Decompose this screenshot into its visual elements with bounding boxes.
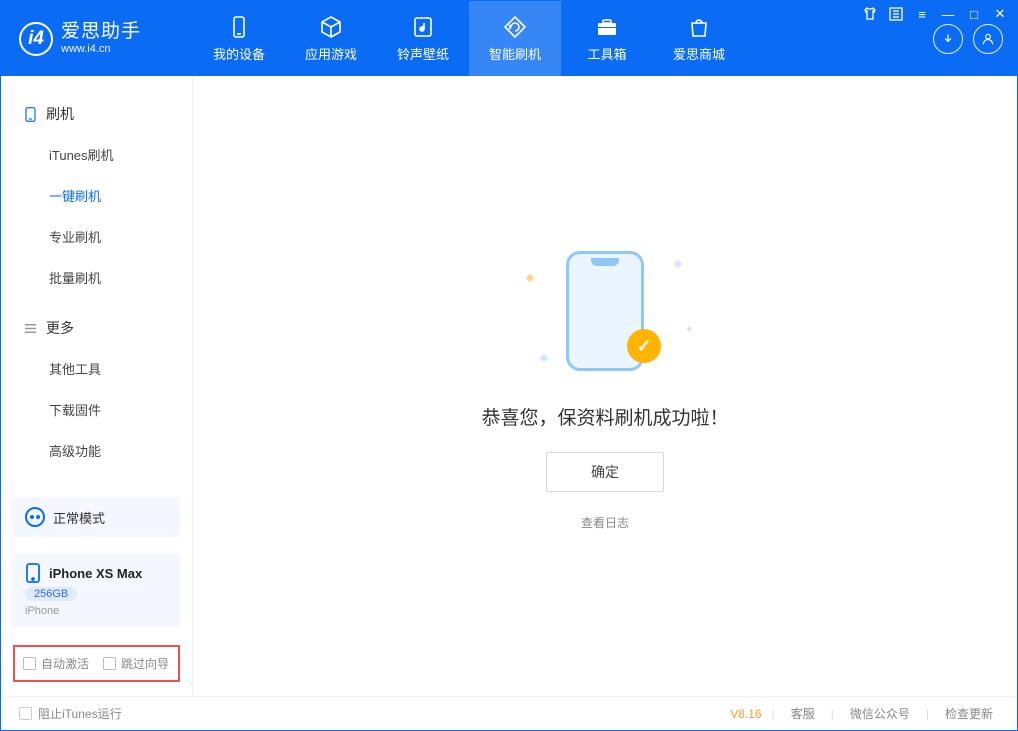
refresh-icon [503,15,527,39]
logo: i4 爱思助手 www.i4.cn [1,22,193,56]
checkbox-icon [23,657,36,670]
flash-options-highlight: 自动激活 跳过向导 [13,645,180,682]
sidebar-item-firmware[interactable]: 下载固件 [1,389,192,430]
checkbox-autoactivate[interactable]: 自动激活 [23,655,89,672]
list-icon[interactable] [888,6,904,22]
tab-flash[interactable]: 智能刷机 [469,1,561,76]
music-icon [411,15,435,39]
checkbox-label: 跳过向导 [121,655,169,672]
success-message: 恭喜您，保资料刷机成功啦！ [481,403,728,430]
menu-icon[interactable]: ≡ [914,6,930,22]
toolbox-icon [595,15,619,39]
tab-toolbox[interactable]: 工具箱 [561,1,653,76]
confirm-button[interactable]: 确定 [546,452,664,492]
update-link[interactable]: 检查更新 [939,705,999,722]
view-log-link[interactable]: 查看日志 [581,514,629,531]
user-icon [981,32,995,46]
shirt-icon[interactable] [862,6,878,22]
minimize-icon[interactable]: — [940,6,956,22]
device-type: iPhone [25,605,59,617]
checkbox-label: 自动激活 [41,655,89,672]
sidebar-item-pro[interactable]: 专业刷机 [1,216,192,257]
section-label: 更多 [46,318,74,338]
tab-label: 爱思商城 [673,44,725,63]
phone-small-icon [23,107,38,122]
sidebar-section-flash: 刷机 [1,94,192,134]
sidebar-item-other[interactable]: 其他工具 [1,348,192,389]
support-link[interactable]: 客服 [785,705,821,722]
mode-card[interactable]: 正常模式 [13,497,180,537]
sidebar-item-advanced[interactable]: 高级功能 [1,430,192,471]
maximize-icon[interactable]: □ [966,6,982,22]
wechat-link[interactable]: 微信公众号 [844,705,916,722]
success-illustration: ✓ [515,241,695,381]
download-button[interactable] [933,24,963,54]
tab-device[interactable]: 我的设备 [193,1,285,76]
tab-apps[interactable]: 应用游戏 [285,1,377,76]
titlebar: ≡ — □ ✕ i4 爱思助手 www.i4.cn 我的设备 应用游戏 铃声壁纸 [1,1,1017,76]
tab-label: 我的设备 [213,44,265,63]
main-tabs: 我的设备 应用游戏 铃声壁纸 智能刷机 工具箱 爱思商城 [193,1,745,76]
device-name: iPhone XS Max [49,566,142,581]
tab-label: 智能刷机 [489,44,541,63]
device-storage: 256GB [25,587,77,601]
app-url: www.i4.cn [61,43,141,55]
device-card[interactable]: iPhone XS Max 256GB iPhone [13,553,180,627]
sidebar-section-more: 更多 [1,308,192,348]
checkbox-icon [103,657,116,670]
checkbox-label: 阻止iTunes运行 [38,705,122,722]
checkbox-blockitunes[interactable]: 阻止iTunes运行 [19,705,122,722]
bag-icon [687,15,711,39]
device-icon [227,15,251,39]
sidebar-item-oneclick[interactable]: 一键刷机 [1,175,192,216]
check-icon: ✓ [627,329,661,363]
tab-store[interactable]: 爱思商城 [653,1,745,76]
app-title: 爱思助手 [61,22,141,43]
sidebar-item-itunes[interactable]: iTunes刷机 [1,134,192,175]
logo-badge-icon: i4 [19,22,53,56]
checkbox-icon [19,707,32,720]
statusbar: 阻止iTunes运行 V8.16 | 客服 | 微信公众号 | 检查更新 [1,696,1017,730]
main-content: ✓ 恭喜您，保资料刷机成功啦！ 确定 查看日志 [193,76,1017,696]
download-icon [941,32,955,46]
user-button[interactable] [973,24,1003,54]
close-icon[interactable]: ✕ [992,6,1008,22]
device-small-icon [25,563,41,583]
tab-label: 应用游戏 [305,44,357,63]
window-controls: ≡ — □ ✕ [862,6,1008,22]
tab-label: 工具箱 [587,44,626,63]
mode-label: 正常模式 [53,508,105,527]
list-icon [23,321,38,336]
section-label: 刷机 [46,104,74,124]
mode-icon [25,507,45,527]
tab-ringtones[interactable]: 铃声壁纸 [377,1,469,76]
version-label: V8.16 [730,707,761,721]
tab-label: 铃声壁纸 [397,44,449,63]
checkbox-skipguide[interactable]: 跳过向导 [103,655,169,672]
sidebar: 刷机 iTunes刷机 一键刷机 专业刷机 批量刷机 更多 其他工具 下载固件 … [1,76,193,696]
sidebar-item-batch[interactable]: 批量刷机 [1,257,192,298]
cube-icon [319,15,343,39]
